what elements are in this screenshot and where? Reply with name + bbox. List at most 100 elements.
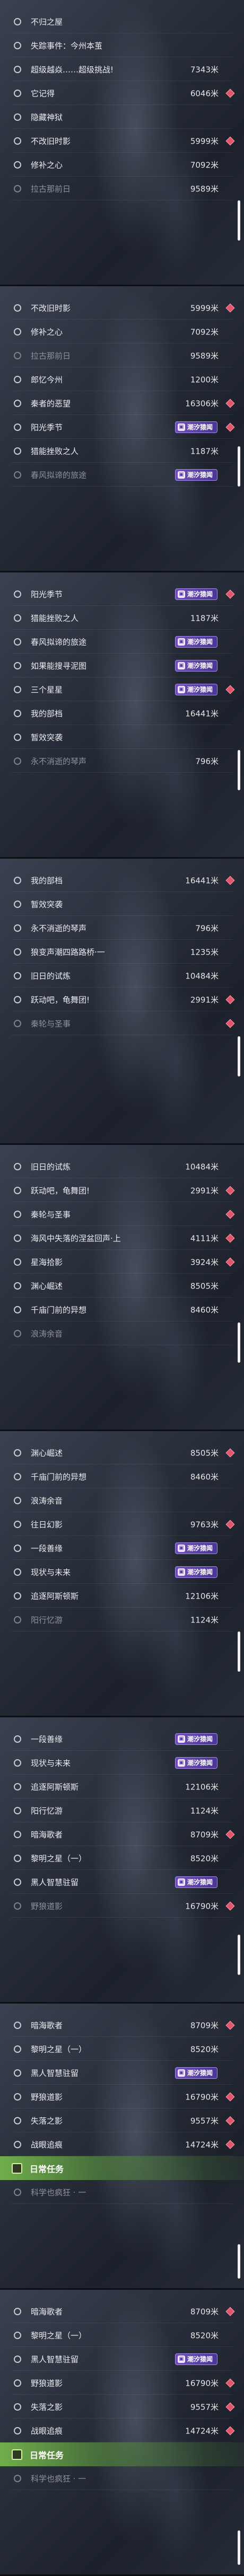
track-marker-diamond-icon[interactable] xyxy=(225,685,235,694)
track-marker-diamond-icon[interactable] xyxy=(225,89,235,98)
task-row[interactable]: 千庙门前的异想 8460米 xyxy=(0,1465,244,1488)
track-marker-diamond-icon[interactable] xyxy=(225,1233,235,1242)
track-marker-diamond-icon[interactable] xyxy=(225,589,235,598)
track-marker-diamond-icon[interactable] xyxy=(225,1520,235,1529)
task-row[interactable]: 不归之屋 xyxy=(0,10,244,33)
track-marker-diamond-icon[interactable] xyxy=(225,136,235,145)
task-row[interactable]: 阳光季节 ▣ 潮汐猿闻 xyxy=(0,582,244,606)
task-row[interactable]: 野狼道影 16790米 xyxy=(0,2371,244,2395)
task-row[interactable]: 黎明之星（一） 8520米 xyxy=(0,2037,244,2061)
task-row[interactable]: 狼变声潮四路路桥·一 1235米 xyxy=(0,940,244,964)
task-row[interactable]: 渊心崛述 8505米 xyxy=(0,1274,244,1298)
task-row[interactable]: 海风中失落的涅盆回声·上 4111米 xyxy=(0,1226,244,1250)
track-marker-diamond-icon[interactable] xyxy=(225,1257,235,1266)
task-row[interactable]: 永不消逝的琴声 796米 xyxy=(0,916,244,940)
track-marker-diamond-icon[interactable] xyxy=(225,876,235,885)
task-row[interactable]: 阳行忆游 1124米 xyxy=(0,1608,244,1631)
task-row[interactable]: 修补之心 7092米 xyxy=(0,320,244,343)
track-marker-diamond-icon[interactable] xyxy=(225,2021,235,2030)
scrollbar-thumb[interactable] xyxy=(238,1036,240,1077)
task-row[interactable]: 追逐阿斯顿斯 12106米 xyxy=(0,1775,244,1798)
task-row[interactable]: 失踪事件：今州本茧 xyxy=(0,33,244,57)
task-row[interactable]: 往日幻影 9763米 xyxy=(0,1512,244,1536)
scrollbar-thumb[interactable] xyxy=(238,200,240,241)
task-row[interactable]: 一段善缘 ▣ 潮汐猿闻 xyxy=(0,1727,244,1751)
task-row[interactable]: 暗海歌者 8709米 xyxy=(0,1822,244,1846)
track-marker-diamond-icon[interactable] xyxy=(225,2307,235,2316)
task-row[interactable]: 旧日的试炼 10484米 xyxy=(0,1154,244,1178)
task-row[interactable]: 跃动吧，龟舞团! 2991米 xyxy=(0,987,244,1011)
task-row[interactable]: 不改旧时影 5999米 xyxy=(0,296,244,320)
task-row[interactable]: 黑人智慧驻留 ▣ 潮汐猿闻 xyxy=(0,2347,244,2371)
task-row[interactable]: 不改旧时影 5999米 xyxy=(0,129,244,153)
scrollbar-thumb[interactable] xyxy=(238,1631,240,1672)
task-row[interactable]: 秦者的恶望 16306米 xyxy=(0,391,244,415)
scrollbar-thumb[interactable] xyxy=(238,2530,240,2565)
task-row[interactable]: 郎忆今州 1200米 xyxy=(0,367,244,391)
track-marker-diamond-icon[interactable] xyxy=(225,303,235,312)
task-row[interactable]: 跃动吧，龟舞团! 2991米 xyxy=(0,1178,244,1202)
task-row[interactable]: 黑人智慧驻留 ▣ 潮汐猿闻 xyxy=(0,1870,244,1894)
track-marker-diamond-icon[interactable] xyxy=(225,399,235,408)
scrollbar-thumb[interactable] xyxy=(238,750,240,790)
task-row[interactable]: 千庙门前的异想 8460米 xyxy=(0,1298,244,1321)
track-marker-diamond-icon[interactable] xyxy=(225,2402,235,2411)
task-row[interactable]: 阳光季节 ▣ 潮汐猿闻 xyxy=(0,415,244,439)
scrollbar-thumb[interactable] xyxy=(238,1322,240,1363)
track-marker-diamond-icon[interactable] xyxy=(225,1830,235,1839)
task-row[interactable]: 超级越焱……超级挑战! 7343米 xyxy=(0,57,244,81)
task-row[interactable]: 失落之影 9557米 xyxy=(0,2395,244,2419)
track-marker-diamond-icon[interactable] xyxy=(225,1448,235,1457)
scrollbar-thumb[interactable] xyxy=(238,446,240,487)
track-marker-diamond-icon[interactable] xyxy=(225,2140,235,2149)
task-row[interactable]: 猎能挫败之人 1187米 xyxy=(0,606,244,630)
task-row[interactable]: 黎明之星（一） 8520米 xyxy=(0,2323,244,2347)
task-row[interactable]: 暗海歌者 8709米 xyxy=(0,2013,244,2037)
task-row[interactable]: 现状与未来 ▣ 潮汐猿闻 xyxy=(0,1560,244,1584)
task-row[interactable]: 如果能搜寻泥图 ▣ 潮汐猿闻 xyxy=(0,654,244,677)
task-row[interactable]: 黎明之星（一） 8520米 xyxy=(0,1846,244,1870)
track-marker-diamond-icon[interactable] xyxy=(225,995,235,1004)
track-marker-diamond-icon[interactable] xyxy=(225,2116,235,2125)
task-row[interactable]: 现状与未来 ▣ 潮汐猿闻 xyxy=(0,1751,244,1775)
task-row[interactable]: 野狼道影 16790米 xyxy=(0,1894,244,1918)
task-row[interactable]: 战眼追痕 14724米 xyxy=(0,2132,244,2156)
track-marker-diamond-icon[interactable] xyxy=(225,1210,235,1219)
task-row[interactable]: 秦轮与圣事 xyxy=(0,1202,244,1226)
task-row[interactable]: 暂效突袭 xyxy=(0,892,244,916)
task-row[interactable]: 春风拟谛的旅途 ▣ 潮汐猿闻 xyxy=(0,463,244,487)
task-row[interactable]: 拉古那前日 9589米 xyxy=(0,177,244,200)
task-row[interactable]: 拉古那前日 9589米 xyxy=(0,343,244,367)
scrollbar-thumb[interactable] xyxy=(238,2244,240,2279)
task-row[interactable]: 一段善缘 ▣ 潮汐猿闻 xyxy=(0,1536,244,1560)
task-row[interactable]: 黑人智慧驻留 ▣ 潮汐猿闻 xyxy=(0,2061,244,2085)
task-row[interactable]: 阳行忆游 1124米 xyxy=(0,1798,244,1822)
task-row[interactable]: 科学也疯狂 · 一 xyxy=(0,2180,244,2204)
track-marker-diamond-icon[interactable] xyxy=(225,1186,235,1195)
track-marker-diamond-icon[interactable] xyxy=(225,1019,235,1028)
track-marker-diamond-icon[interactable] xyxy=(225,2378,235,2387)
section-header-daily[interactable]: 日常任务 xyxy=(0,2156,244,2180)
task-row[interactable]: 浪涛余音 xyxy=(0,1488,244,1512)
track-marker-diamond-icon[interactable] xyxy=(225,1901,235,1910)
task-row[interactable]: 浪涛余音 xyxy=(0,1321,244,1345)
task-row[interactable]: 暂效突袭 xyxy=(0,725,244,749)
task-row[interactable]: 旧日的试炼 10484米 xyxy=(0,964,244,987)
task-row[interactable]: 追逐阿斯顿斯 12106米 xyxy=(0,1584,244,1608)
task-row[interactable]: 失落之影 9557米 xyxy=(0,2109,244,2132)
scrollbar-thumb[interactable] xyxy=(238,1935,240,1975)
task-row[interactable]: 隐藏神狱 xyxy=(0,105,244,129)
task-row[interactable]: 永不消逝的琴声 796米 xyxy=(0,749,244,773)
task-row[interactable]: 战眼追痕 14724米 xyxy=(0,2419,244,2442)
task-row[interactable]: 我的部档 16441米 xyxy=(0,868,244,892)
task-row[interactable]: 星海拾影 3924米 xyxy=(0,1250,244,1274)
task-row[interactable]: 三个星星 ▣ 潮汐猿闻 xyxy=(0,677,244,701)
track-marker-diamond-icon[interactable] xyxy=(225,2426,235,2435)
task-row[interactable]: 修补之心 7092米 xyxy=(0,153,244,177)
task-row[interactable]: 我的部档 16441米 xyxy=(0,701,244,725)
task-row[interactable]: 春风拟谛的旅途 ▣ 潮汐猿闻 xyxy=(0,630,244,654)
task-row[interactable]: 猎能挫败之人 1187米 xyxy=(0,439,244,463)
task-row[interactable]: 野狼道影 16790米 xyxy=(0,2085,244,2109)
track-marker-diamond-icon[interactable] xyxy=(225,2092,235,2101)
task-row[interactable]: 它记得 6046米 xyxy=(0,81,244,105)
